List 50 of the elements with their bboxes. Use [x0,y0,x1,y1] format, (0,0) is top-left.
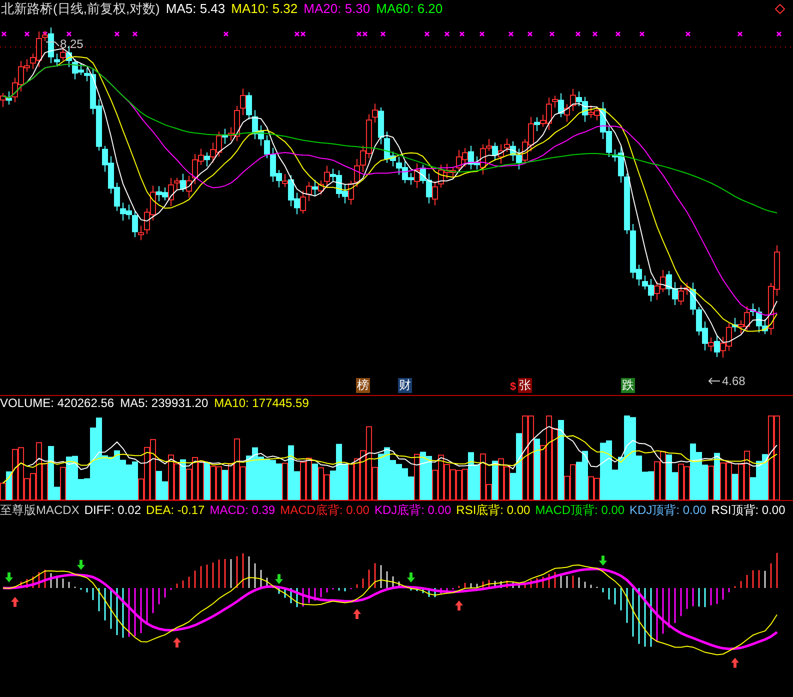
price-low-label: 4.68 [722,373,746,389]
legend-value: RSI底背: 0.00 [456,502,530,518]
event-badge[interactable]: 跌 [621,378,635,393]
event-badge[interactable]: 张 [518,378,532,393]
legend-value: VOLUME: 420262.56 [0,395,114,411]
legend-value: MA10: 5.32 [231,1,298,17]
cross-marker-icon [66,31,72,37]
event-symbol[interactable]: $ [510,380,516,394]
cross-marker-icon [615,31,621,37]
cross-marker-icon [444,31,450,37]
diamond-icon[interactable] [775,4,785,14]
event-badge[interactable]: 财 [398,378,412,393]
legend-value: KDJ顶背: 0.00 [630,502,706,518]
indicator-name: 至尊版MACDX [0,502,80,518]
cross-marker-icon [1,31,7,37]
cross-marker-icon [380,31,386,37]
legend-value: DEA: -0.17 [146,502,205,518]
legend-value: MA5: 239931.20 [120,395,208,411]
cross-marker-icon [24,31,30,37]
cross-marker-icon [459,31,465,37]
cross-marker-icon [549,31,555,37]
legend-value: MACD底背: 0.00 [280,502,370,518]
cross-marker-icon [132,31,138,37]
chart-title: 北新路桥(日线,前复权,对数) [1,1,160,17]
cross-marker-icon [223,31,229,37]
cross-marker-icon [42,31,48,37]
legend-value: MACD顶背: 0.00 [535,502,625,518]
leader-line [708,378,720,384]
cross-marker-icon [592,31,598,37]
legend-value: DIFF: 0.02 [84,502,142,518]
cross-marker-icon [424,31,430,37]
cross-marker-icon [575,31,581,37]
legend-value: MACD: 0.39 [210,502,276,518]
cross-marker-icon [639,31,645,37]
cross-marker-icon [527,31,533,37]
leader-line [46,42,60,46]
event-badge[interactable]: 榜 [356,378,370,393]
legend-value: RSI顶背: 0.00 [711,502,786,518]
price-high-label: 8.25 [60,38,84,51]
cross-marker-icon [114,31,120,37]
legend-value: MA10: 177445.59 [214,395,309,411]
cross-marker-icon [737,31,743,37]
legend-value: MA20: 5.30 [304,1,370,17]
legend-value: KDJ底背: 0.00 [374,502,452,518]
cross-marker-icon [776,31,782,37]
legend-value: MA5: 5.43 [166,1,226,17]
cross-marker-icon [508,31,514,37]
cross-marker-icon [685,31,691,37]
legend-value: MA60: 6.20 [376,1,443,17]
cross-marker-icon [479,31,485,37]
